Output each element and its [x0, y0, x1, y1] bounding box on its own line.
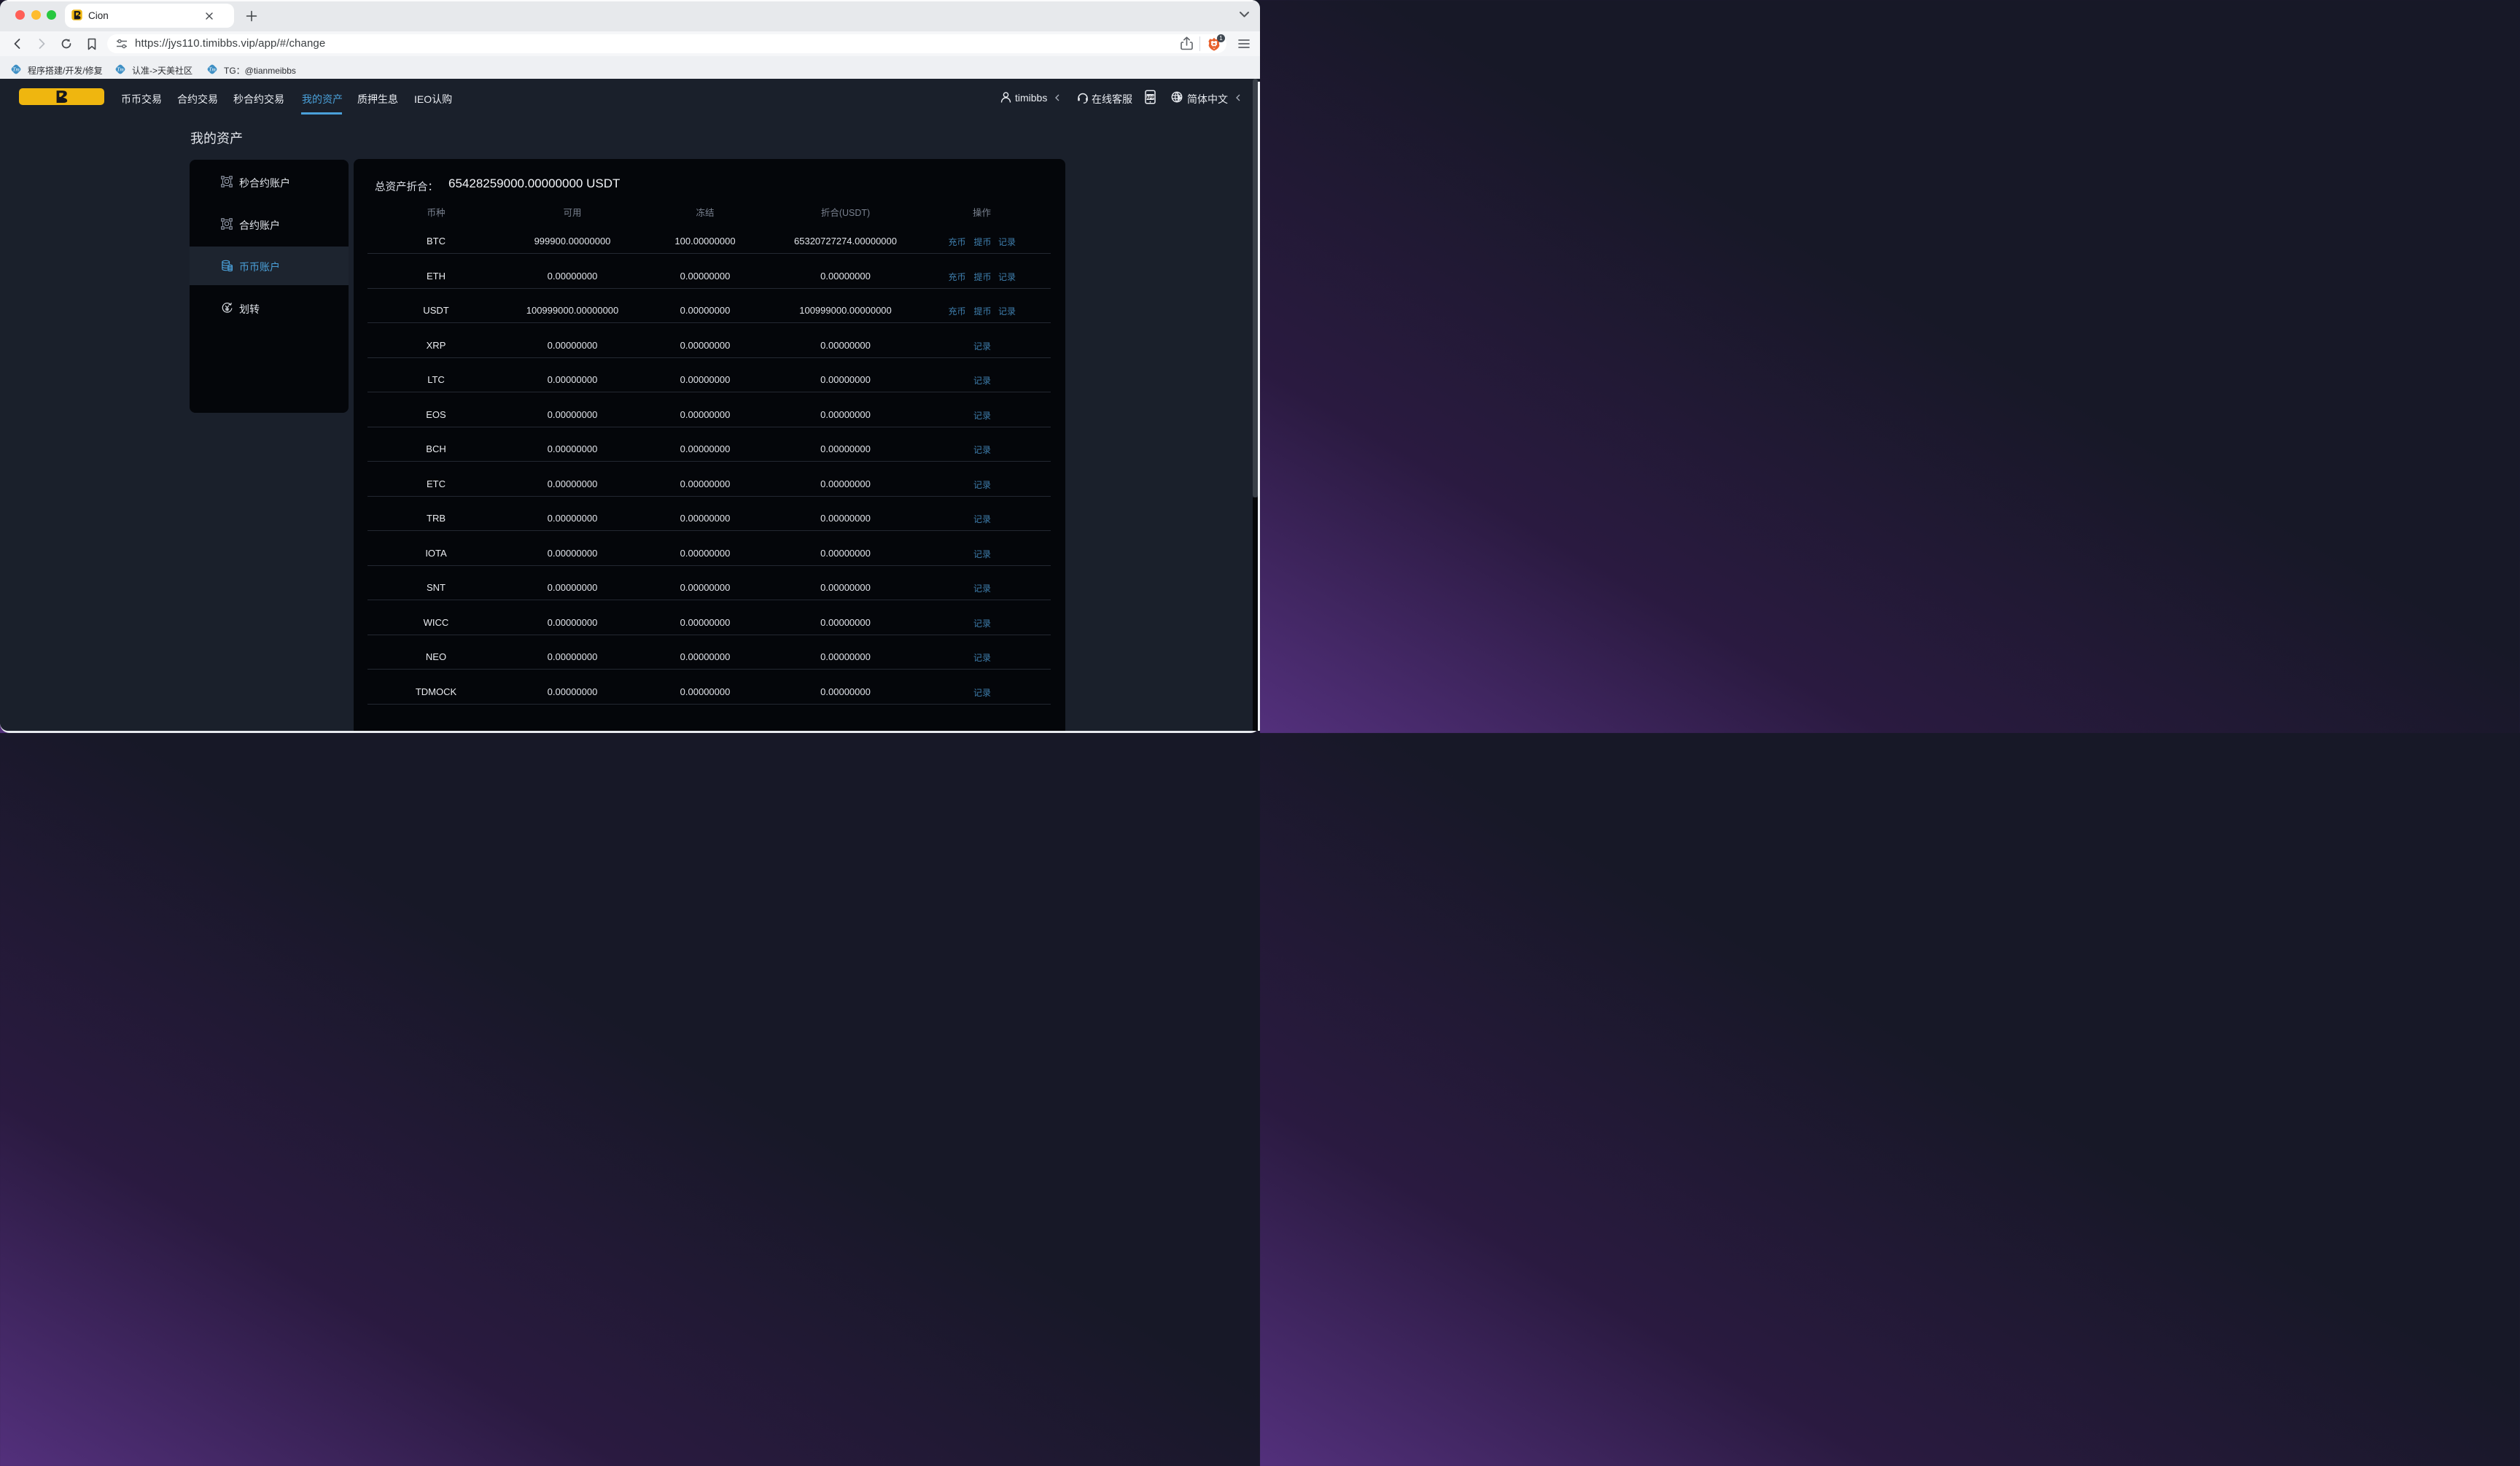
svg-text:APP: APP — [1146, 96, 1154, 100]
svg-text:Tm: Tm — [209, 66, 216, 72]
svg-text:Tm: Tm — [117, 66, 124, 72]
svg-text:Tm: Tm — [12, 66, 20, 72]
